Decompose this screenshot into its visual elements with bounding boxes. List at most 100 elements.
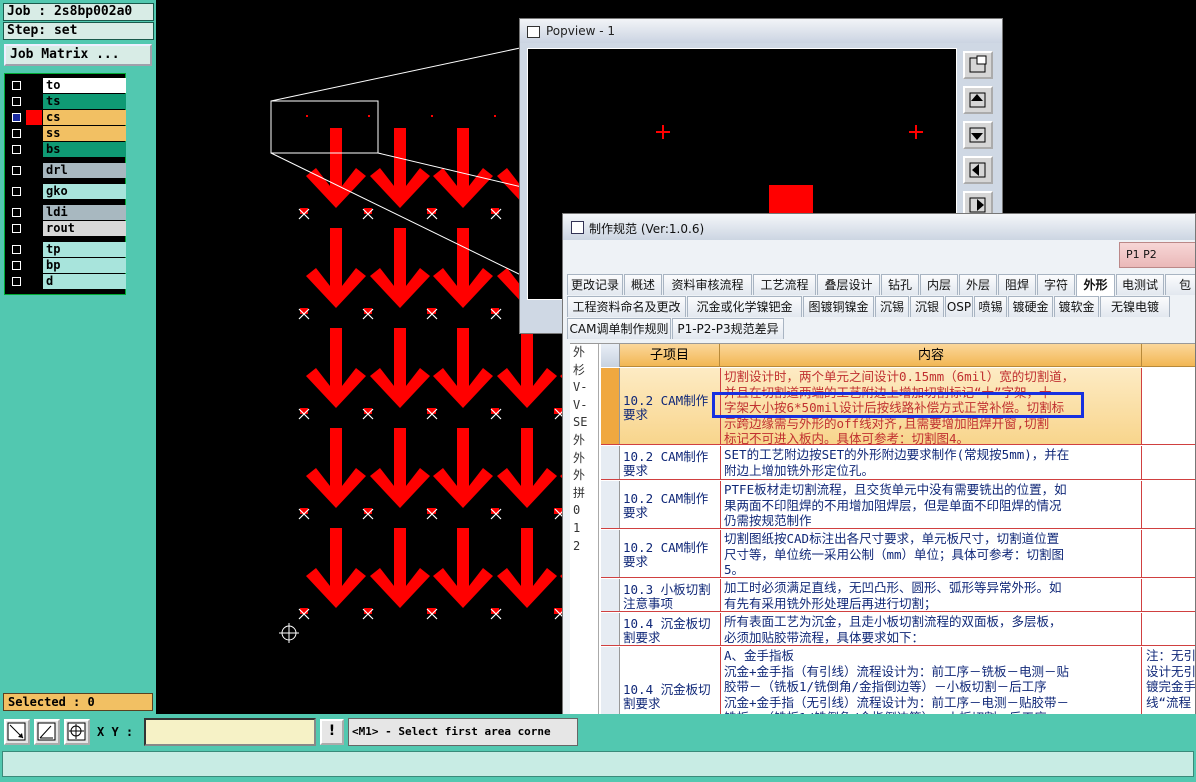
cell-sub-item[interactable]: 10.4 沉金板切割要求 <box>620 613 721 645</box>
cell-extra[interactable] <box>1143 613 1195 645</box>
layer-name[interactable]: bs <box>43 142 126 157</box>
layer-color-swatch[interactable] <box>26 274 42 289</box>
layer-color-swatch[interactable] <box>26 78 42 93</box>
cell-content[interactable]: 切割图纸按CAD标注出各尺寸要求，单元板尺寸，切割道位置 尺寸等，单位统一采用公… <box>721 530 1142 577</box>
cell-content[interactable]: PTFE板材走切割流程，且交货单元中没有需要铣出的位置，如 果两面不印阻焊的不用… <box>721 481 1142 528</box>
pan-up-icon[interactable] <box>963 86 993 114</box>
layer-row-cs[interactable]: cs <box>7 110 126 125</box>
layer-name[interactable]: d <box>43 274 126 289</box>
tab-tabs_row1-10[interactable]: 外形 <box>1076 274 1115 296</box>
row-indicator[interactable] <box>601 613 620 645</box>
layer-checkbox[interactable] <box>12 261 21 270</box>
table-row[interactable]: 10.2 CAM制作要求 切割图纸按CAD标注出各尺寸要求，单元板尺寸，切割道位置… <box>601 530 1195 578</box>
layer-name[interactable]: bp <box>43 258 126 273</box>
tab-tabs_row1-4[interactable]: 叠层设计 <box>817 274 880 295</box>
outline-item[interactable]: V- <box>570 379 598 397</box>
tab-tabs_row1-1[interactable]: 概述 <box>624 274 662 295</box>
tab-tabs_row2-3[interactable]: 沉锡 <box>875 296 909 317</box>
tab-tabs_row2-8[interactable]: 镀软金 <box>1054 296 1099 317</box>
layer-color-swatch[interactable] <box>26 258 42 273</box>
outline-item[interactable]: 拼 <box>570 485 598 503</box>
layer-checkbox[interactable] <box>12 166 21 175</box>
measure-tool-button[interactable] <box>4 719 30 745</box>
layer-name[interactable]: ldi <box>43 205 126 220</box>
layer-checkbox[interactable] <box>12 187 21 196</box>
table-row[interactable]: 10.4 沉金板切割要求 所有表面工艺为沉金，且走小板切割流程的双面板，多层板， … <box>601 613 1195 646</box>
cell-extra[interactable] <box>1143 481 1195 528</box>
outline-item[interactable]: SE <box>570 414 598 432</box>
layer-color-swatch[interactable] <box>26 110 42 125</box>
tab-tabs_row3-0[interactable]: CAM调单制作规则 <box>567 318 671 339</box>
table-row[interactable]: 10.2 CAM制作要求 SET的工艺附边按SET的外形附边要求制作(常规按5mm… <box>601 446 1195 480</box>
outline-item[interactable]: V- <box>570 397 598 415</box>
tab-tabs_row2-4[interactable]: 沉银 <box>910 296 944 317</box>
cell-extra[interactable] <box>1143 368 1195 444</box>
grid-snap-button[interactable] <box>64 719 90 745</box>
cell-content[interactable]: 加工时必须满足直线，无凹凸形、圆形、弧形等异常外形。如 有先有采用铣外形处理后再… <box>721 579 1142 611</box>
layer-row-d[interactable]: d <box>7 274 126 289</box>
job-matrix-button[interactable]: Job Matrix ... <box>4 44 152 66</box>
cell-sub-item[interactable]: 10.3 小板切割注意事项 <box>620 579 721 611</box>
layer-checkbox[interactable] <box>12 129 21 138</box>
cell-sub-item[interactable]: 10.2 CAM制作要求 <box>620 530 721 577</box>
layer-checkbox[interactable] <box>12 97 21 106</box>
tab-tabs_row1-9[interactable]: 字符 <box>1037 274 1075 295</box>
outline-item[interactable]: 外 <box>570 450 598 468</box>
layer-name[interactable]: tp <box>43 242 126 257</box>
header-corner[interactable] <box>601 344 620 367</box>
cell-content[interactable]: 所有表面工艺为沉金，且走小板切割流程的双面板，多层板， 必须加贴胶带流程，具体要… <box>721 613 1142 645</box>
layer-row-ts[interactable]: ts <box>7 94 126 109</box>
layer-checkbox[interactable] <box>12 113 21 122</box>
layer-color-swatch[interactable] <box>26 163 42 178</box>
row-indicator[interactable] <box>601 530 620 577</box>
layer-checkbox[interactable] <box>12 224 21 233</box>
outline-item[interactable]: 外 <box>570 432 598 450</box>
row-indicator[interactable] <box>601 446 620 479</box>
layer-name[interactable]: cs <box>43 110 126 125</box>
prompt-button[interactable]: ! <box>320 719 344 745</box>
layer-name[interactable]: drl <box>43 163 126 178</box>
layer-checkbox[interactable] <box>12 208 21 217</box>
angle-tool-button[interactable] <box>34 719 60 745</box>
tab-tabs_row1-0[interactable]: 更改记录 <box>567 274 623 295</box>
layer-name[interactable]: gko <box>43 184 126 199</box>
layer-row-drl[interactable]: drl <box>7 163 126 178</box>
p-level-selector[interactable]: P1 P2 <box>1119 242 1195 268</box>
layer-checkbox[interactable] <box>12 277 21 286</box>
tab-tabs_row1-2[interactable]: 资料审核流程 <box>663 274 752 295</box>
cell-extra[interactable] <box>1143 446 1195 479</box>
layer-color-swatch[interactable] <box>26 221 42 236</box>
popview-zoom-button[interactable] <box>963 51 993 79</box>
cell-sub-item[interactable]: 10.2 CAM制作要求 <box>620 368 721 444</box>
layer-row-rout[interactable]: rout <box>7 221 126 236</box>
layer-row-ldi[interactable]: ldi <box>7 205 126 220</box>
layer-row-to[interactable]: to <box>7 78 126 93</box>
tab-tabs_row1-11[interactable]: 电测试 <box>1116 274 1164 295</box>
layer-color-swatch[interactable] <box>26 94 42 109</box>
tab-tabs_row2-6[interactable]: 喷锡 <box>974 296 1007 317</box>
pan-left-icon[interactable] <box>963 156 993 184</box>
tab-tabs_row2-5[interactable]: OSP <box>945 296 973 317</box>
layer-row-bs[interactable]: bs <box>7 142 126 157</box>
outline-item[interactable]: 2 <box>570 538 598 556</box>
spec-titlebar[interactable]: 制作规范 (Ver:1.0.6) <box>563 214 1195 240</box>
tab-tabs_row1-3[interactable]: 工艺流程 <box>753 274 816 295</box>
layer-row-tp[interactable]: tp <box>7 242 126 257</box>
tab-tabs_row2-9[interactable]: 无镍电镀 <box>1100 296 1170 317</box>
layer-name[interactable]: ss <box>43 126 126 141</box>
layer-color-swatch[interactable] <box>26 205 42 220</box>
header-content[interactable]: 内容 <box>721 344 1142 367</box>
tab-tabs_row1-6[interactable]: 内层 <box>920 274 958 295</box>
tab-tabs_row1-5[interactable]: 钻孔 <box>881 274 919 295</box>
table-row[interactable]: 10.3 小板切割注意事项 加工时必须满足直线，无凹凸形、圆形、弧形等异常外形。如… <box>601 579 1195 612</box>
pan-down-icon[interactable] <box>963 121 993 149</box>
outline-item[interactable]: 外 <box>570 467 598 485</box>
outline-item[interactable]: 1 <box>570 520 598 538</box>
header-sub-item[interactable]: 子项目 <box>620 344 720 367</box>
row-indicator[interactable] <box>601 368 620 444</box>
cell-content[interactable]: 切割设计时，两个单元之间设计0.15mm（6mil）宽的切割道， 并且在切割道两… <box>721 368 1142 444</box>
cell-content[interactable]: SET的工艺附边按SET的外形附边要求制作(常规按5mm)，并在 附边上增加铣外… <box>721 446 1142 479</box>
layer-checkbox[interactable] <box>12 145 21 154</box>
cell-sub-item[interactable]: 10.2 CAM制作要求 <box>620 481 721 528</box>
tab-tabs_row3-1[interactable]: P1-P2-P3规范差异 <box>672 318 784 339</box>
